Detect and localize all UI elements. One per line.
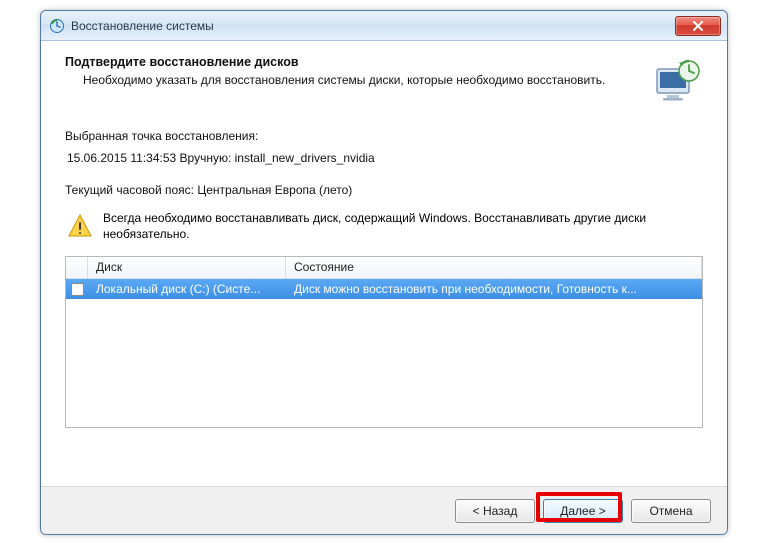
disk-listview[interactable]: Диск Состояние Локальный диск (C:) (Сист…	[65, 256, 703, 428]
monitor-restore-icon	[651, 55, 703, 107]
system-restore-window: Восстановление системы Подтвердите восст…	[40, 10, 728, 535]
row-disk: Локальный диск (C:) (Систе...	[88, 282, 286, 296]
page-subtitle: Необходимо указать для восстановления си…	[65, 73, 641, 89]
row-status: Диск можно восстановить при необходимост…	[286, 282, 702, 296]
column-checkbox[interactable]	[66, 257, 88, 278]
page-header: Подтвердите восстановление дисков Необхо…	[65, 55, 703, 107]
restore-icon	[49, 18, 65, 34]
client-area: Подтвердите восстановление дисков Необхо…	[41, 41, 727, 486]
warning-text: Всегда необходимо восстанавливать диск, …	[103, 211, 701, 242]
cancel-button[interactable]: Отмена	[631, 499, 711, 523]
back-button[interactable]: < Назад	[455, 499, 535, 523]
list-item[interactable]: Локальный диск (C:) (Систе... Диск можно…	[66, 279, 702, 299]
titlebar: Восстановление системы	[41, 11, 727, 41]
timezone-text: Текущий часовой пояс: Центральная Европа…	[65, 183, 703, 197]
restore-point-section: Выбранная точка восстановления: 15.06.20…	[65, 129, 703, 165]
column-status[interactable]: Состояние	[286, 257, 702, 278]
restore-point-label: Выбранная точка восстановления:	[65, 129, 703, 143]
warning-icon	[67, 213, 93, 239]
wizard-footer: < Назад Далее > Отмена	[41, 486, 727, 534]
next-button[interactable]: Далее >	[543, 499, 623, 523]
warning-box: Всегда необходимо восстанавливать диск, …	[65, 211, 703, 242]
close-button[interactable]	[675, 16, 721, 36]
row-checkbox[interactable]	[66, 283, 88, 296]
window-title: Восстановление системы	[71, 19, 214, 33]
listview-header: Диск Состояние	[66, 257, 702, 279]
page-title: Подтвердите восстановление дисков	[65, 55, 641, 69]
column-disk[interactable]: Диск	[88, 257, 286, 278]
listview-body: Локальный диск (C:) (Систе... Диск можно…	[66, 279, 702, 427]
restore-point-value: 15.06.2015 11:34:53 Вручную: install_new…	[65, 151, 703, 165]
